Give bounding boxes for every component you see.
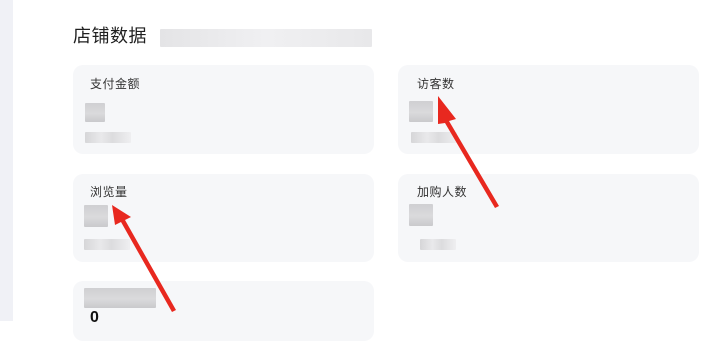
blurred-metric-compare	[420, 239, 456, 250]
metric-label: 加购人数	[417, 185, 468, 199]
blurred-metric-compare	[85, 132, 131, 143]
section-title: 店铺数据	[73, 26, 147, 46]
metric-card-payment-amount[interactable]: 支付金额	[73, 65, 374, 154]
metric-label: 访客数	[417, 77, 455, 91]
blurred-metric-value	[409, 204, 433, 226]
metric-card-pageviews[interactable]: 浏览量	[73, 174, 374, 262]
blurred-metric-value	[84, 205, 108, 227]
metric-card-visitors[interactable]: 访客数	[398, 65, 699, 154]
metric-card-add-to-cart-users[interactable]: 加购人数	[398, 174, 699, 262]
annotation-arrows	[112, 96, 499, 312]
blurred-metric-value	[85, 103, 105, 122]
blurred-metric-value	[409, 101, 433, 122]
metric-label: 浏览量	[90, 185, 128, 199]
side-panel-edge	[0, 0, 13, 321]
blurred-metric-compare	[411, 132, 457, 143]
metric-label: 支付金额	[90, 77, 141, 91]
metric-card-partial[interactable]	[73, 281, 374, 341]
blurred-metric-compare	[84, 239, 130, 250]
partial-metric-value: 0	[90, 309, 99, 326]
blurred-metric-label	[84, 288, 156, 308]
blurred-date-range	[160, 29, 372, 47]
